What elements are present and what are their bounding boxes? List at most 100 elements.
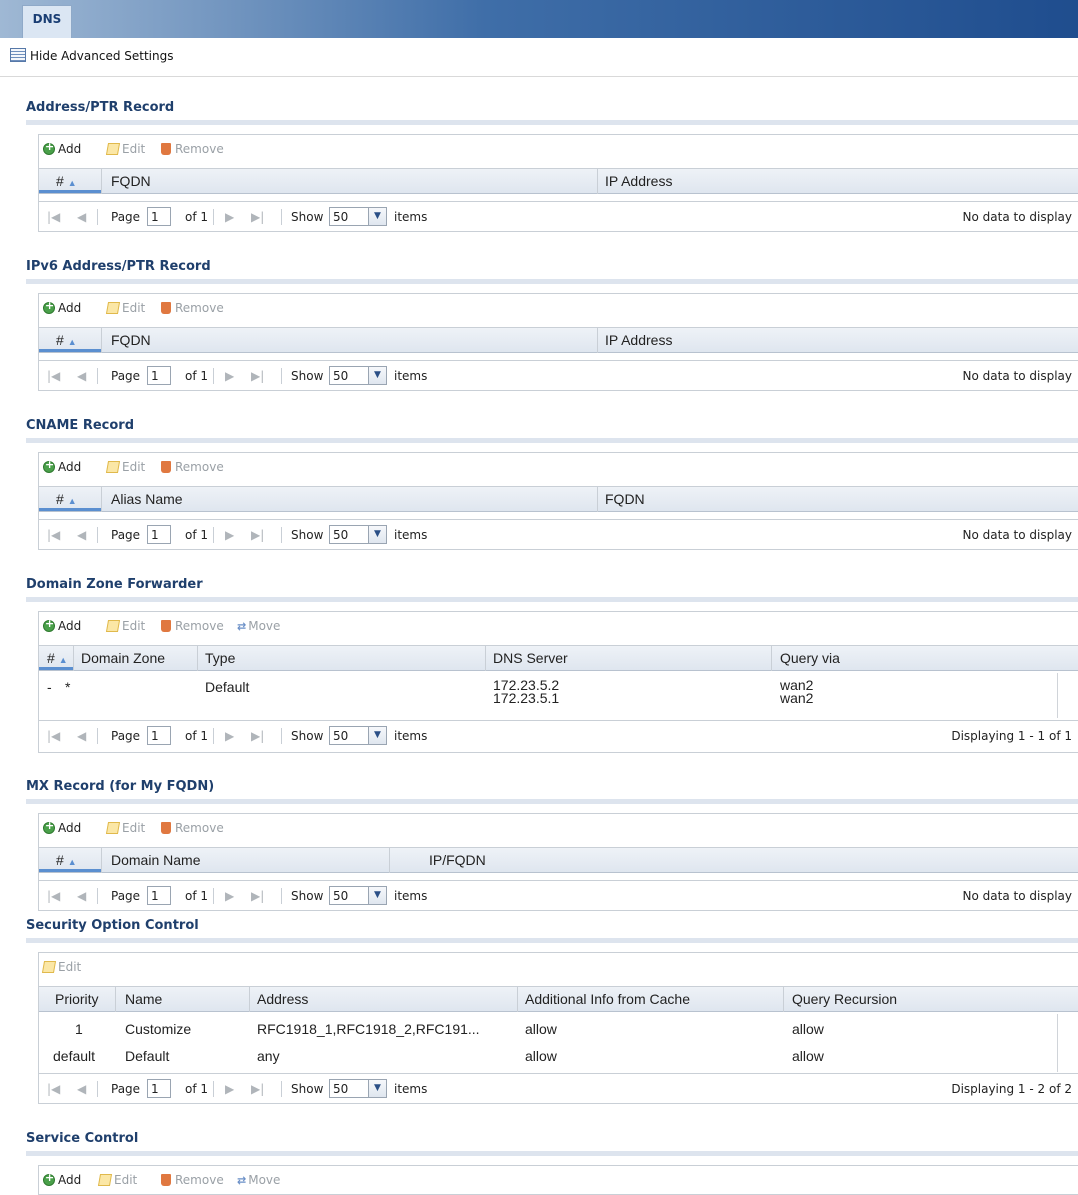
add-button[interactable]: Add	[43, 299, 81, 315]
edit-button[interactable]: Edit	[41, 960, 81, 974]
next-page-icon[interactable]: ▶	[225, 729, 234, 743]
page-size-select[interactable]: 50 ▼	[329, 886, 387, 905]
column-header-number[interactable]: # ▲	[56, 491, 77, 507]
prev-page-icon[interactable]: ◀	[77, 210, 86, 224]
table-row[interactable]: - * Default 172.23.5.2 172.23.5.1 wan2 wan…	[39, 673, 1078, 719]
column-header-domain-zone[interactable]: Domain Zone	[81, 650, 165, 666]
remove-button[interactable]: Remove	[161, 1173, 224, 1187]
next-page-icon[interactable]: ▶	[225, 1082, 234, 1096]
next-page-icon[interactable]: ▶	[225, 528, 234, 542]
column-header-type[interactable]: Type	[205, 650, 235, 666]
security-option-control-table: Edit Priority Name Address Additional In…	[38, 952, 1078, 1104]
page-number-input[interactable]: 1	[147, 726, 171, 745]
column-header-query-recursion[interactable]: Query Recursion	[792, 991, 897, 1007]
add-button[interactable]: Add	[43, 1171, 81, 1187]
next-page-icon[interactable]: ▶	[225, 889, 234, 903]
column-header-number[interactable]: # ▲	[56, 173, 77, 189]
edit-button[interactable]: Edit	[105, 301, 145, 315]
column-header-fqdn[interactable]: FQDN	[111, 332, 151, 348]
column-header-number[interactable]: # ▲	[56, 852, 77, 868]
column-header-fqdn[interactable]: FQDN	[605, 491, 645, 507]
page-number-input[interactable]: 1	[147, 525, 171, 544]
last-page-icon[interactable]: ▶|	[251, 889, 264, 903]
next-page-icon[interactable]: ▶	[225, 369, 234, 383]
page-number-input[interactable]: 1	[147, 207, 171, 226]
column-header-domain-name[interactable]: Domain Name	[111, 852, 200, 868]
column-header-additional-info-from-cache[interactable]: Additional Info from Cache	[525, 991, 690, 1007]
chevron-down-icon[interactable]: ▼	[368, 367, 386, 384]
chevron-down-icon[interactable]: ▼	[368, 727, 386, 744]
first-page-icon[interactable]: |◀	[47, 528, 60, 542]
last-page-icon[interactable]: ▶|	[251, 210, 264, 224]
chevron-down-icon[interactable]: ▼	[368, 208, 386, 225]
column-header-name[interactable]: Name	[125, 991, 162, 1007]
pager-separator	[97, 527, 98, 543]
add-button[interactable]: Add	[43, 617, 81, 633]
last-page-icon[interactable]: ▶|	[251, 369, 264, 383]
page-number-input[interactable]: 1	[147, 366, 171, 385]
page-size-select[interactable]: 50 ▼	[329, 726, 387, 745]
table-row[interactable]: default Default any allow allow	[39, 1045, 1078, 1071]
edit-button[interactable]: Edit	[105, 460, 145, 474]
edit-button[interactable]: Edit	[105, 619, 145, 633]
add-button[interactable]: Add	[43, 819, 81, 835]
pager-separator	[213, 1081, 214, 1097]
first-page-icon[interactable]: |◀	[47, 889, 60, 903]
add-button[interactable]: Add	[43, 458, 82, 474]
chevron-down-icon[interactable]: ▼	[368, 1080, 386, 1097]
remove-button[interactable]: Remove	[161, 460, 224, 474]
remove-button[interactable]: Remove	[161, 821, 224, 835]
column-header-number[interactable]: # ▲	[47, 650, 68, 666]
column-header-priority[interactable]: Priority	[55, 991, 99, 1007]
add-button[interactable]: Add	[43, 140, 81, 156]
first-page-icon[interactable]: |◀	[47, 729, 60, 743]
column-header-dns-server[interactable]: DNS Server	[493, 650, 568, 666]
column-header-ip-address[interactable]: IP Address	[605, 173, 672, 189]
page-size-select[interactable]: 50 ▼	[329, 525, 387, 544]
tab-dns[interactable]: DNS	[22, 5, 72, 38]
page-size-select[interactable]: 50 ▼	[329, 207, 387, 226]
column-header-query-via[interactable]: Query via	[780, 650, 840, 666]
last-page-icon[interactable]: ▶|	[251, 528, 264, 542]
first-page-icon[interactable]: |◀	[47, 210, 60, 224]
page-size-select[interactable]: 50 ▼	[329, 1079, 387, 1098]
last-page-icon[interactable]: ▶|	[251, 1082, 264, 1096]
next-page-icon[interactable]: ▶	[225, 210, 234, 224]
page-number-input[interactable]: 1	[147, 1079, 171, 1098]
move-button[interactable]: ⇄ Move	[237, 619, 280, 633]
chevron-down-icon[interactable]: ▼	[368, 887, 386, 904]
edit-button[interactable]: Edit	[105, 821, 145, 835]
remove-button[interactable]: Remove	[161, 619, 224, 633]
prev-page-icon[interactable]: ◀	[77, 369, 86, 383]
table-toolbar: Add Edit Remove ⇄Move	[39, 1166, 1078, 1194]
first-page-icon[interactable]: |◀	[47, 1082, 60, 1096]
column-header-number[interactable]: # ▲	[56, 332, 77, 348]
column-header-fqdn[interactable]: FQDN	[111, 173, 151, 189]
hide-advanced-settings-label: Hide Advanced Settings	[30, 49, 174, 63]
last-page-icon[interactable]: ▶|	[251, 729, 264, 743]
column-header-alias-name[interactable]: Alias Name	[111, 491, 183, 507]
edit-button[interactable]: Edit	[105, 142, 145, 156]
prev-page-icon[interactable]: ◀	[77, 729, 86, 743]
add-label: Add	[58, 460, 82, 474]
page-size-select[interactable]: 50 ▼	[329, 366, 387, 385]
table-row[interactable]: 1 Customize RFC1918_1,RFC1918_2,RFC191..…	[39, 1018, 1078, 1044]
table-toolbar: Add Edit Remove	[39, 135, 1078, 163]
chevron-down-icon[interactable]: ▼	[368, 526, 386, 543]
remove-button[interactable]: Remove	[161, 142, 224, 156]
hide-advanced-settings-link[interactable]: Hide Advanced Settings	[10, 48, 173, 63]
column-header-address[interactable]: Address	[257, 991, 308, 1007]
prev-page-icon[interactable]: ◀	[77, 1082, 86, 1096]
scrollbar[interactable]	[1057, 673, 1058, 718]
edit-button[interactable]: Edit	[97, 1173, 137, 1187]
scrollbar[interactable]	[1057, 1014, 1058, 1072]
first-page-icon[interactable]: |◀	[47, 369, 60, 383]
remove-button[interactable]: Remove	[161, 301, 224, 315]
prev-page-icon[interactable]: ◀	[77, 889, 86, 903]
prev-page-icon[interactable]: ◀	[77, 528, 86, 542]
move-button[interactable]: ⇄ Move	[237, 1173, 280, 1187]
page-number-input[interactable]: 1	[147, 886, 171, 905]
move-icon: ⇄	[237, 620, 247, 633]
column-header-ip-address[interactable]: IP Address	[605, 332, 672, 348]
column-header-ip-fqdn[interactable]: IP/FQDN	[429, 852, 486, 868]
